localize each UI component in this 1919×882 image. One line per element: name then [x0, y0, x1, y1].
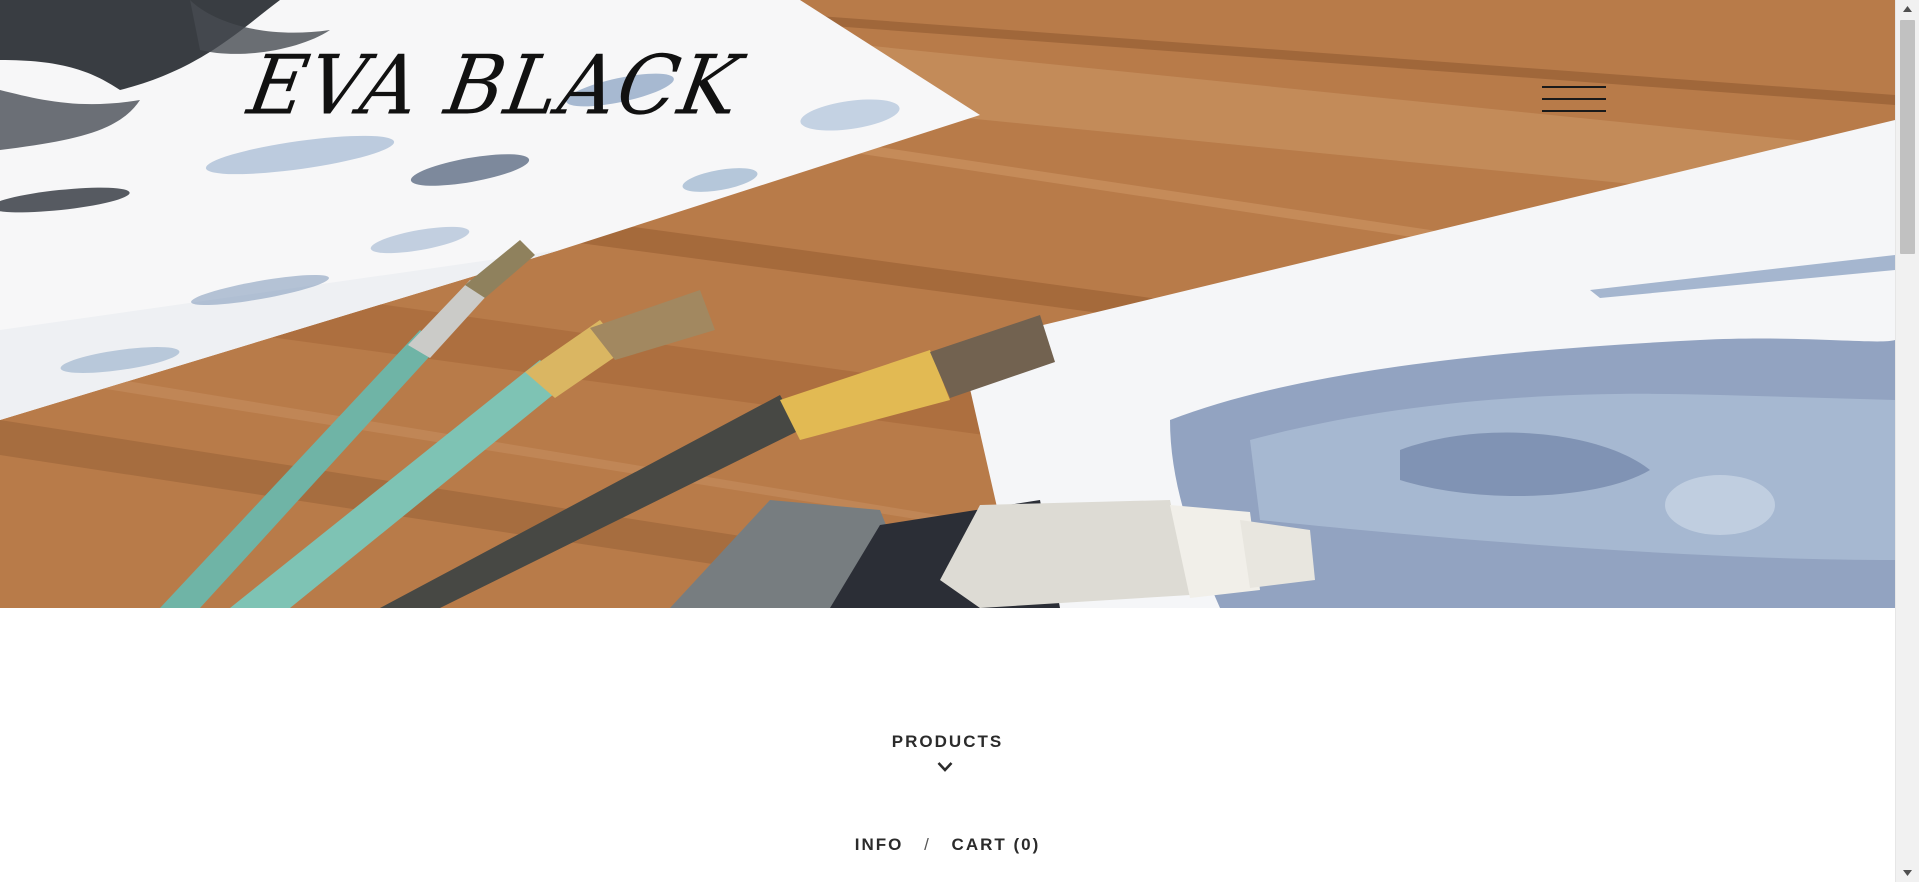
products-section: PRODUCTS: [0, 732, 1895, 772]
browser-page: EVA BLACK PRODUCTS INFO / CART (0): [0, 0, 1919, 882]
menu-bar-middle: [1542, 98, 1606, 100]
scroll-up-arrow-icon[interactable]: [1896, 0, 1919, 18]
chevron-down-icon[interactable]: [937, 761, 953, 773]
products-link[interactable]: PRODUCTS: [892, 732, 1003, 752]
footer-nav: INFO / CART (0): [0, 834, 1895, 855]
scrollbar-thumb[interactable]: [1900, 20, 1915, 254]
cart-link[interactable]: CART (0): [952, 835, 1041, 855]
site-logo-text: EVA BLACK: [241, 38, 749, 134]
hero-image: EVA BLACK: [0, 0, 1895, 608]
page-viewport: EVA BLACK PRODUCTS INFO / CART (0): [0, 0, 1895, 882]
hamburger-menu-icon[interactable]: [1540, 82, 1608, 116]
nav-separator: /: [924, 834, 931, 854]
vertical-scrollbar[interactable]: [1895, 0, 1919, 882]
scroll-down-arrow-icon[interactable]: [1896, 864, 1919, 882]
menu-bar-top: [1542, 86, 1606, 88]
menu-bar-bottom: [1542, 110, 1606, 112]
site-logo[interactable]: EVA BLACK: [242, 36, 749, 136]
info-link[interactable]: INFO: [855, 835, 904, 855]
